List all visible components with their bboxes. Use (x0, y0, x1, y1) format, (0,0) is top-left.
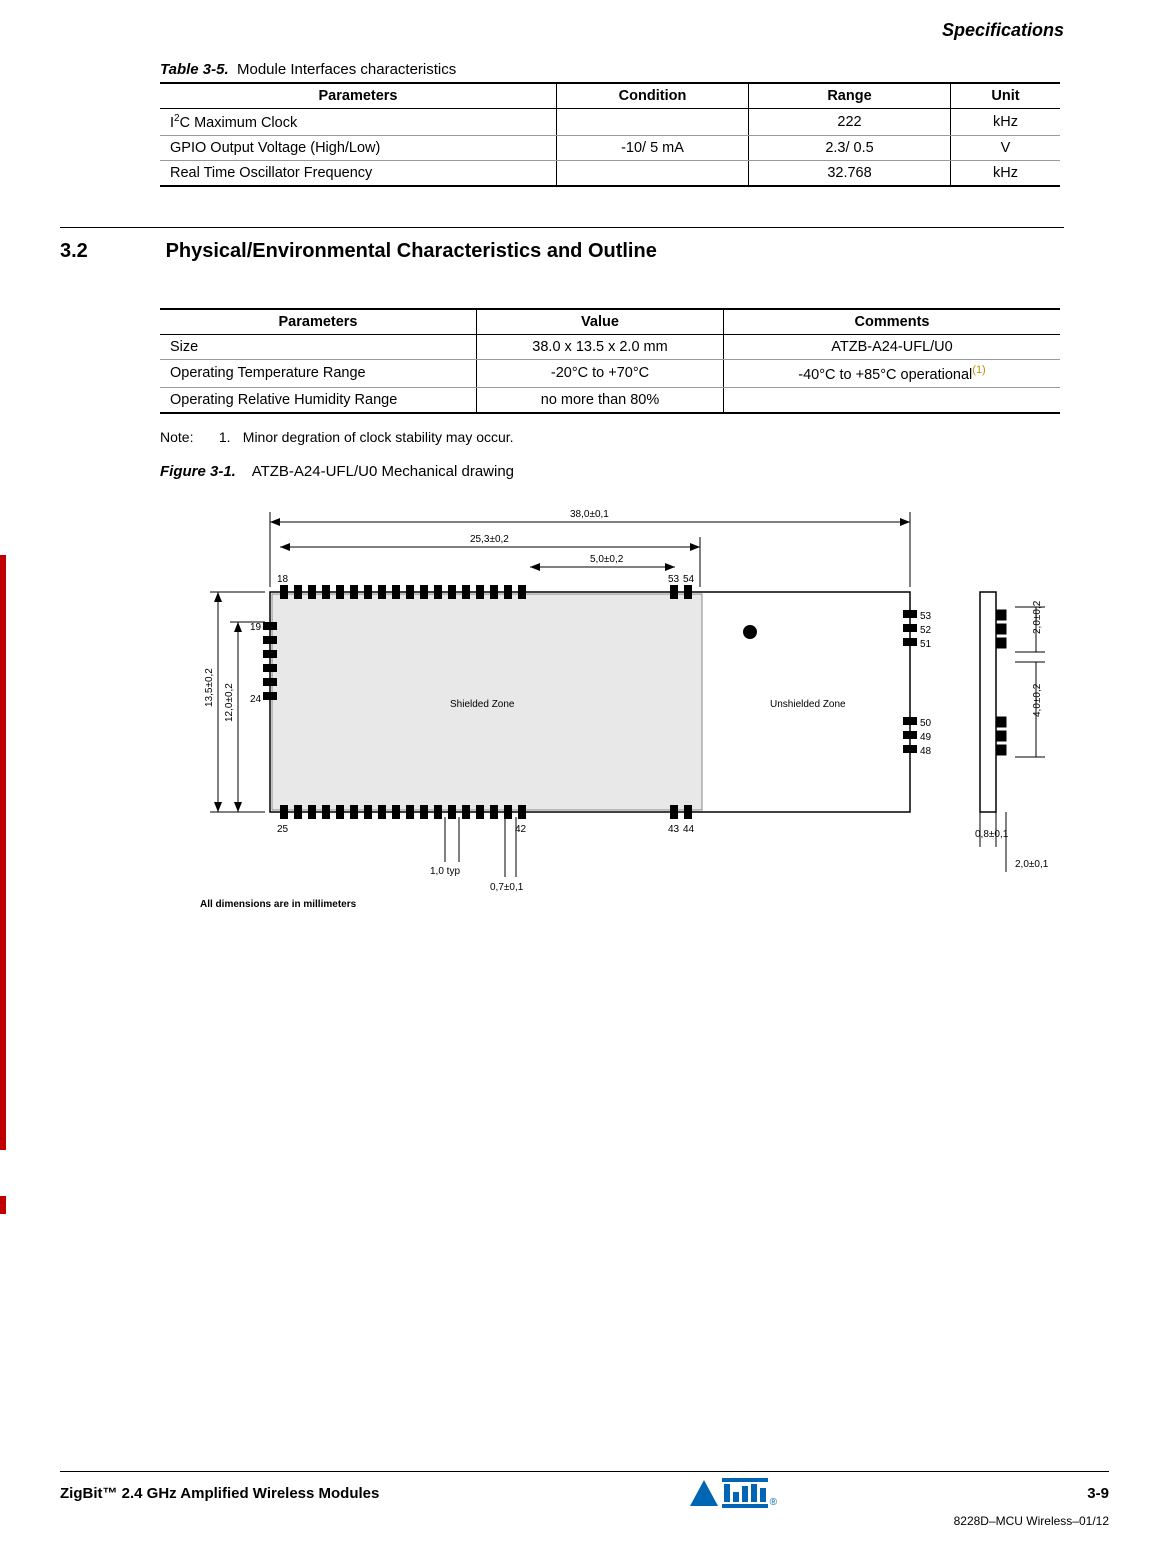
section-divider (60, 227, 1064, 228)
page-footer: ZigBit™ 2.4 GHz Amplified Wireless Modul… (60, 1471, 1109, 1528)
dim-total-width: 38,0±0,1 (570, 509, 609, 520)
revision-bar (0, 555, 6, 1150)
footer-page-number: 3-9 (1087, 1485, 1109, 1502)
note-index: 1. (219, 429, 239, 445)
cell-unit: kHz (951, 109, 1061, 136)
pin-19: 19 (250, 622, 262, 633)
pin-52: 52 (920, 625, 932, 636)
th-parameters: Parameters (160, 83, 557, 109)
dim-thick2: 2,0±0,1 (1015, 859, 1049, 870)
cell-range: 32.768 (749, 160, 951, 186)
th-range: Range (749, 83, 951, 109)
cell-param: Size (160, 334, 477, 359)
table-3-5-caption: Table 3-5. Module Interfaces characteris… (160, 61, 1064, 78)
pin-48: 48 (920, 746, 932, 757)
dim-gap: 5,0±0,2 (590, 554, 624, 565)
footnote-ref-1: (1) (972, 364, 985, 376)
table-row: Real Time Oscillator Frequency 32.768 kH… (160, 160, 1060, 186)
cell-comment-text: -40°C to +85°C operational (798, 367, 972, 383)
dim-pad: 0,7±0,1 (490, 882, 524, 893)
footer-doc-id: 8228D–MCU Wireless–01/12 (60, 1514, 1109, 1528)
pin-53b: 53 (668, 574, 680, 585)
cell-param: GPIO Output Voltage (High/Low) (160, 135, 557, 160)
cell-param: I2C Maximum Clock (160, 109, 557, 136)
dim-inner-width: 25,3±0,2 (470, 534, 509, 545)
mechanical-drawing: Shielded Zone Unshielded Zone 2,0±0,2 4,… (190, 492, 1064, 915)
registered-icon: ® (770, 1497, 777, 1508)
i2c-suffix: C Maximum Clock (180, 115, 298, 131)
note-label: Note: (160, 429, 215, 445)
cell-condition (557, 160, 749, 186)
table-physical: Parameters Value Comments Size 38.0 x 13… (160, 308, 1060, 414)
cell-condition: -10/ 5 mA (557, 135, 749, 160)
dim-height-inner: 12,0±0,2 (224, 682, 235, 721)
pin-43: 43 (668, 824, 680, 835)
dim-side-2: 2,0±0,2 (1032, 600, 1043, 634)
cell-param: Real Time Oscillator Frequency (160, 160, 557, 186)
figure-3-1-caption: Figure 3-1. ATZB-A24-UFL/U0 Mechanical d… (160, 463, 1064, 480)
note-text: Minor degration of clock stability may o… (243, 429, 514, 445)
th-condition: Condition (557, 83, 749, 109)
note-1: Note: 1. Minor degration of clock stabil… (160, 429, 1064, 445)
th-comments: Comments (724, 309, 1061, 335)
drawing-footnote: All dimensions are in millimeters (200, 899, 357, 910)
cell-value: 38.0 x 13.5 x 2.0 mm (477, 334, 724, 359)
dim-height: 13,5±0,2 (204, 667, 215, 706)
atmel-logo-a-icon (690, 1480, 718, 1506)
table-row: I2C Maximum Clock 222 kHz (160, 109, 1060, 136)
cell-value: -20°C to +70°C (477, 359, 724, 387)
section-number: 3.2 (60, 240, 160, 263)
table-row: GPIO Output Voltage (High/Low) -10/ 5 mA… (160, 135, 1060, 160)
figure-label: Figure 3-1. (160, 463, 236, 480)
section-3-2-heading: 3.2 Physical/Environmental Characteristi… (60, 240, 1064, 263)
pin-25: 25 (277, 824, 289, 835)
pin-44: 44 (683, 824, 695, 835)
cell-unit: V (951, 135, 1061, 160)
dim-pitch: 1,0 typ (430, 866, 460, 877)
figure-text: ATZB-A24-UFL/U0 Mechanical drawing (252, 463, 514, 480)
label-shielded: Shielded Zone (450, 699, 515, 710)
cell-value: no more than 80% (477, 387, 724, 413)
dim-side-4: 4,0±0,2 (1032, 683, 1043, 717)
cell-param: Operating Relative Humidity Range (160, 387, 477, 413)
pin-53: 53 (920, 611, 932, 622)
th-parameters: Parameters (160, 309, 477, 335)
label-unshielded: Unshielded Zone (770, 699, 846, 710)
table-row: Size 38.0 x 13.5 x 2.0 mm ATZB-A24-UFL/U… (160, 334, 1060, 359)
section-title: Physical/Environmental Characteristics a… (166, 240, 657, 262)
table-3-5: Parameters Condition Range Unit I2C Maxi… (160, 82, 1060, 187)
cell-unit: kHz (951, 160, 1061, 186)
th-unit: Unit (951, 83, 1061, 109)
cell-condition (557, 109, 749, 136)
pin-42: 42 (515, 824, 527, 835)
atmel-logo: ® (690, 1478, 777, 1508)
pin-24: 24 (250, 694, 262, 705)
page-section-title: Specifications (60, 20, 1064, 41)
footer-rule (60, 1471, 1109, 1472)
atmel-logo-bars-icon (722, 1478, 768, 1508)
table-row: Operating Temperature Range -20°C to +70… (160, 359, 1060, 387)
pin-54: 54 (683, 574, 695, 585)
pin-49: 49 (920, 732, 932, 743)
pin-51: 51 (920, 639, 932, 650)
th-value: Value (477, 309, 724, 335)
pin-18: 18 (277, 574, 289, 585)
cell-comment (724, 387, 1061, 413)
cell-range: 2.3/ 0.5 (749, 135, 951, 160)
footer-doc-title: ZigBit™ 2.4 GHz Amplified Wireless Modul… (60, 1485, 379, 1502)
table-row: Operating Relative Humidity Range no mor… (160, 387, 1060, 413)
cell-range: 222 (749, 109, 951, 136)
table-3-5-text: Module Interfaces characteristics (237, 61, 456, 78)
cell-comment: -40°C to +85°C operational(1) (724, 359, 1061, 387)
table-3-5-label: Table 3-5. (160, 61, 229, 78)
cell-param: Operating Temperature Range (160, 359, 477, 387)
pin-50: 50 (920, 718, 932, 729)
cell-comment: ATZB-A24-UFL/U0 (724, 334, 1061, 359)
revision-bar-small (0, 1196, 6, 1214)
